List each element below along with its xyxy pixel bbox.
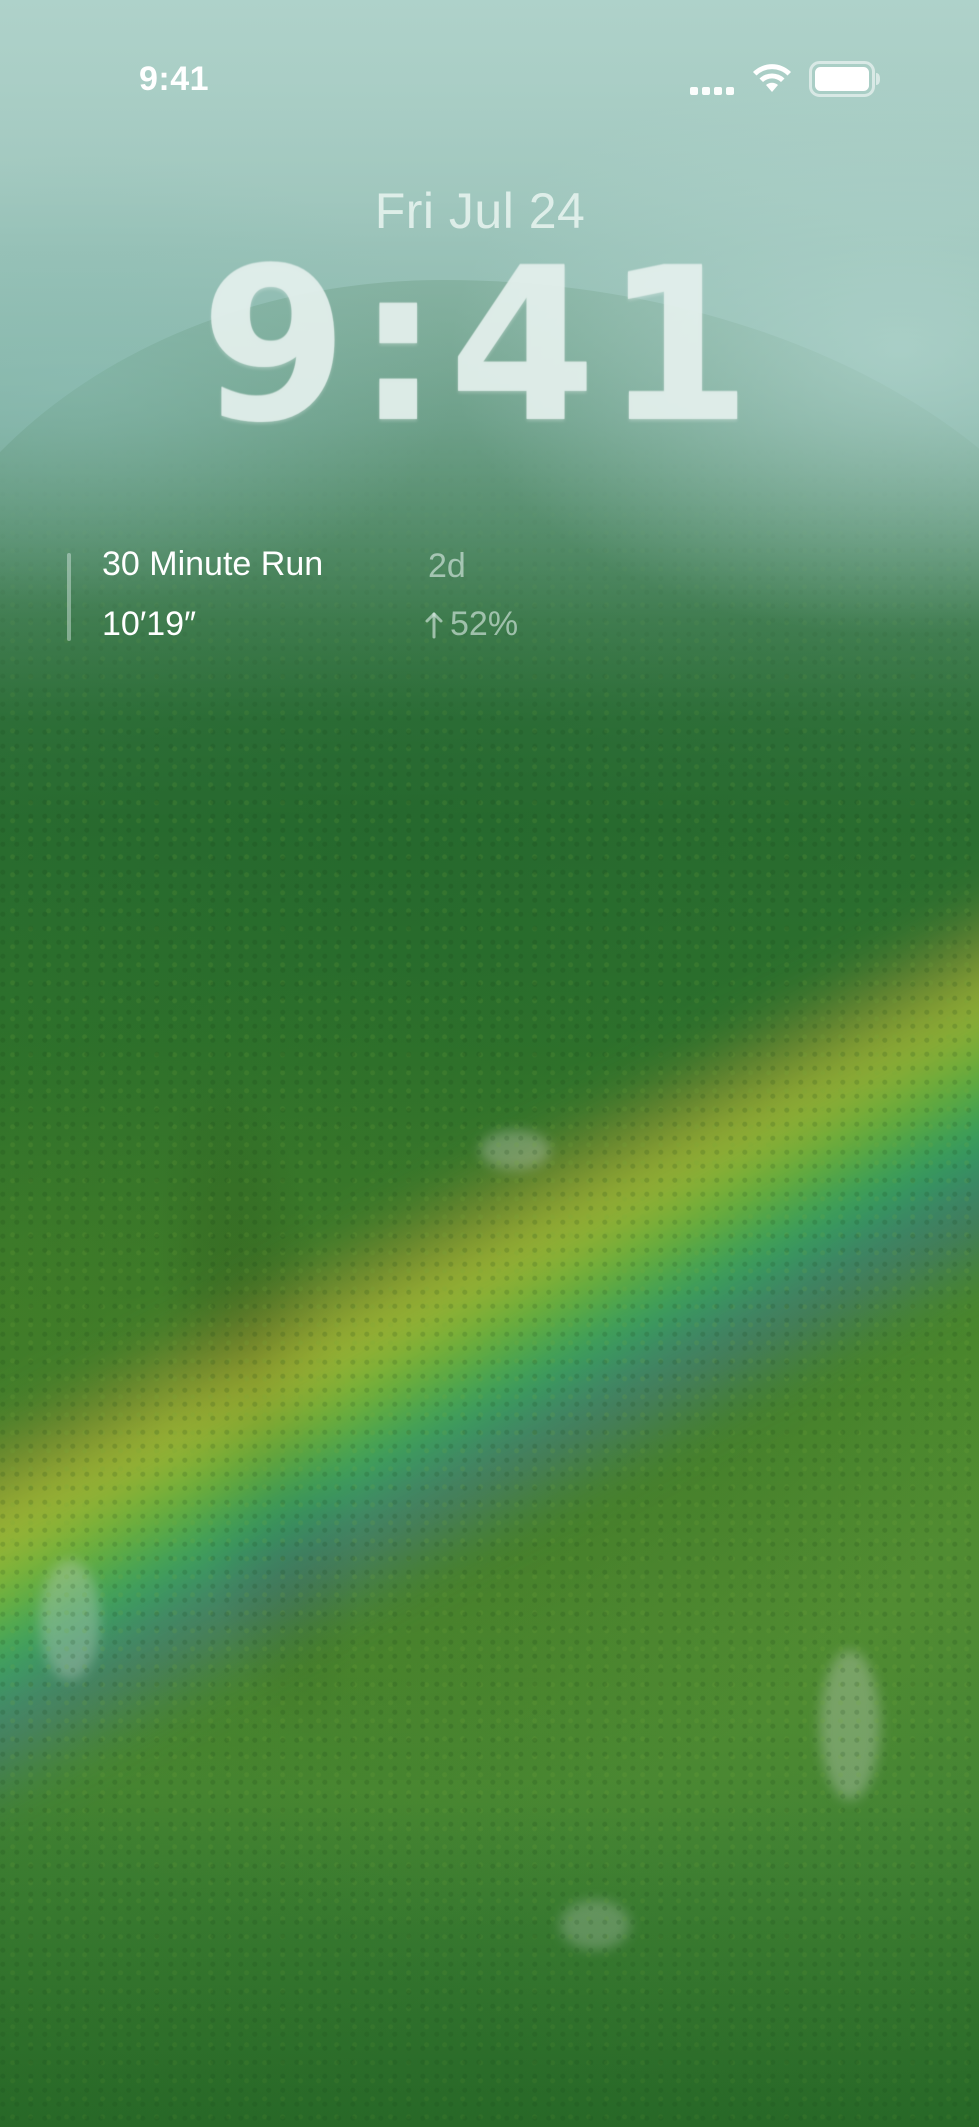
workout-widget[interactable]: 30 Minute Run 2d 10′19″ 52% [64,545,518,645]
cell-signal-icon [690,87,734,95]
workout-change: 52% [424,605,518,644]
wifi-icon [753,64,791,92]
up-arrow-icon [425,612,443,638]
lock-clock: 9:41 [200,222,760,469]
workout-pace: 10′19″ [102,605,197,643]
widget-accent-bar [67,553,71,641]
workout-age: 2d [428,547,466,585]
workout-title: 30 Minute Run [102,545,324,583]
status-bar: 9:41 [0,0,979,160]
battery-icon [809,61,880,97]
bottom-shade [0,1800,979,2127]
lock-screen: 9:41 Fri Jul 24 9:41 30 Minute Run 2d 10… [0,0,979,2127]
workout-change-value: 52% [450,605,519,643]
status-time: 9:41 [139,60,210,98]
